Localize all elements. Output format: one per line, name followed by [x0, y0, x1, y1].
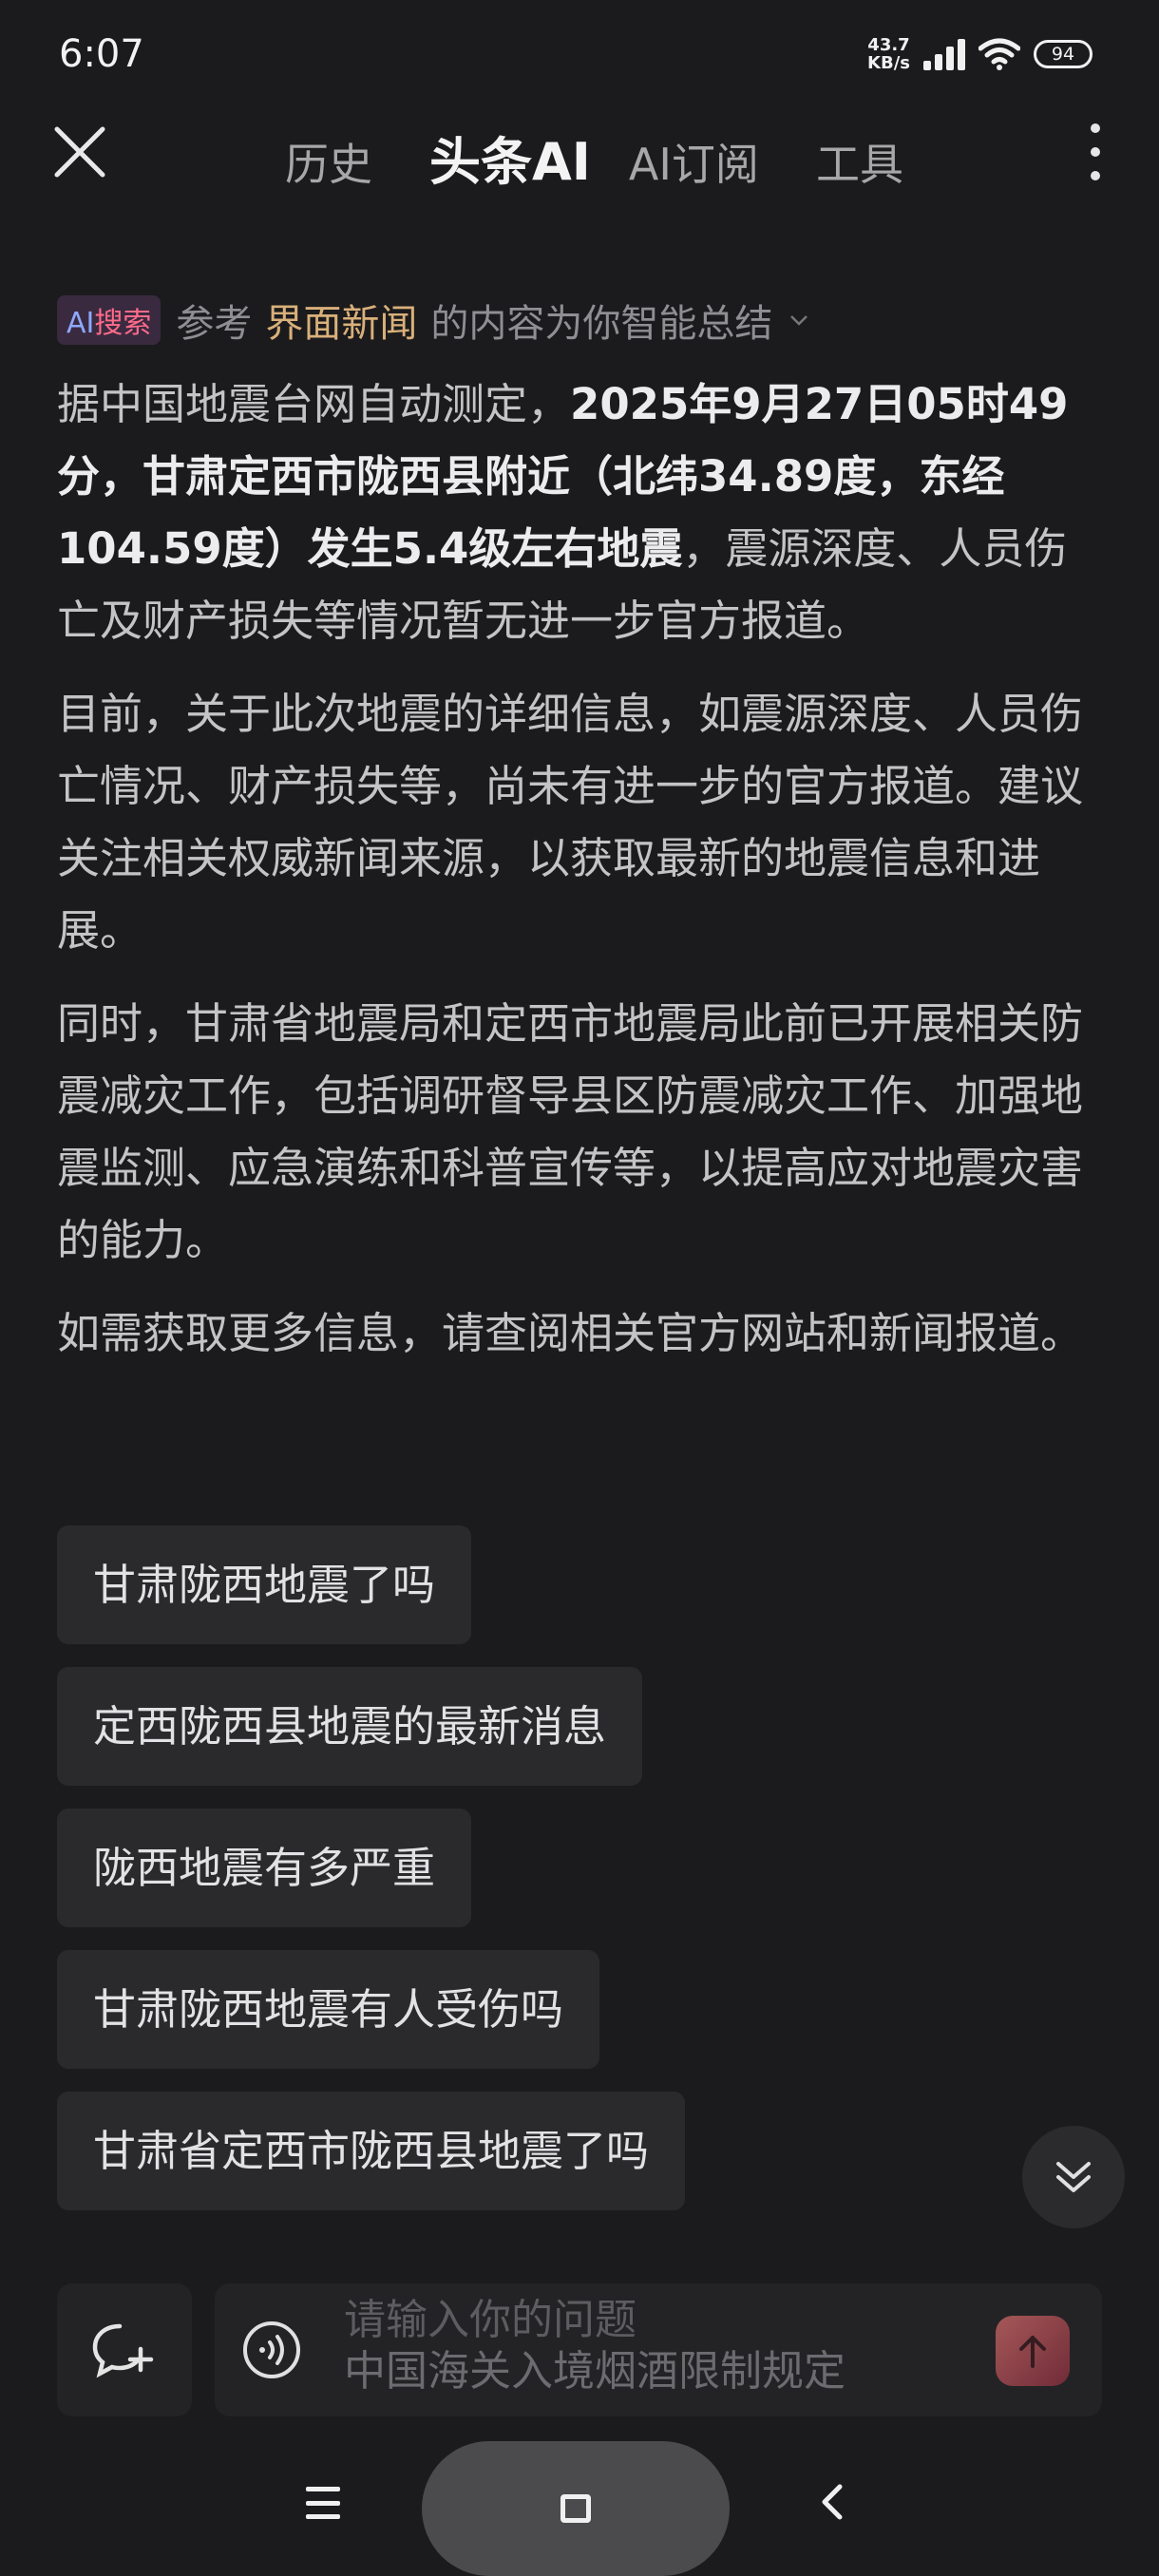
status-bar: 6:07 43.7 KB/s 94 [0, 0, 1159, 104]
status-icons: 43.7 KB/s 94 [867, 36, 1092, 72]
send-button[interactable] [996, 2316, 1070, 2386]
net-speed-value: 43.7 [867, 35, 910, 55]
badge-ai: AI [66, 307, 95, 340]
tab-toutiao-ai[interactable]: 头条AI [429, 120, 591, 195]
status-time: 6:07 [59, 32, 144, 76]
suggestion-chip[interactable]: 陇西地震有多严重 [57, 1809, 472, 1927]
system-nav-bar [0, 2441, 1159, 2576]
net-speed-unit: KB/s [867, 53, 910, 73]
answer-p1-lead: 据中国地震台网自动测定， [57, 379, 571, 429]
send-arrow-icon [1019, 2336, 1046, 2368]
screen: 6:07 43.7 KB/s 94 历史 头条AI AI订阅 工具 AI搜索 参… [0, 0, 1159, 2576]
battery-icon: 94 [1034, 40, 1092, 68]
suggestion-chip[interactable]: 甘肃省定西市陇西县地震了吗 [57, 2092, 686, 2210]
suggested-questions: 甘肃陇西地震了吗 定西陇西县地震的最新消息 陇西地震有多严重 甘肃陇西地震有人受… [57, 1525, 686, 2210]
tab-history[interactable]: 历史 [285, 130, 372, 193]
wifi-icon [978, 38, 1020, 70]
source-summary[interactable]: AI搜索 参考 界面新闻 的内容为你智能总结 [57, 293, 810, 348]
more-icon[interactable] [1081, 116, 1110, 188]
top-bar: 历史 头条AI AI订阅 工具 [0, 104, 1159, 199]
scroll-down-button[interactable] [1022, 2126, 1125, 2228]
source-name[interactable]: 界面新闻 [265, 293, 417, 348]
voice-icon[interactable] [241, 2320, 302, 2380]
tab-tools[interactable]: 工具 [816, 130, 903, 193]
suggestion-chip[interactable]: 定西陇西县地震的最新消息 [57, 1667, 643, 1786]
home-icon [560, 2494, 591, 2523]
back-icon[interactable] [813, 2481, 851, 2523]
suggestion-chip[interactable]: 甘肃陇西地震了吗 [57, 1525, 472, 1644]
scroll-down-icon [1056, 2162, 1091, 2192]
ai-search-badge: AI搜索 [57, 295, 162, 345]
tab-ai-subscribe[interactable]: AI订阅 [629, 130, 759, 193]
source-prefix: 参考 [176, 302, 253, 346]
tab-bar: 历史 头条AI AI订阅 工具 [285, 120, 960, 195]
question-input[interactable]: 请输入你的问题 中国海关入境烟酒限制规定 [215, 2283, 1102, 2416]
menu-icon[interactable] [306, 2487, 340, 2519]
input-hint: 中国海关入境烟酒限制规定 [344, 2347, 846, 2396]
answer-paragraph-1: 据中国地震台网自动测定，2025年9月27日05时49分，甘肃定西市陇西县附近（… [57, 369, 1102, 657]
ai-answer: 据中国地震台网自动测定，2025年9月27日05时49分，甘肃定西市陇西县附近（… [57, 369, 1102, 1391]
home-button[interactable] [422, 2441, 730, 2576]
close-icon[interactable] [49, 122, 110, 182]
suggestion-chip[interactable]: 甘肃陇西地震有人受伤吗 [57, 1950, 600, 2069]
new-chat-icon [92, 2323, 154, 2378]
answer-paragraph-3: 同时，甘肃省地震局和定西市地震局此前已开展相关防震减灾工作，包括调研督导县区防震… [57, 998, 1084, 1265]
signal-icon [923, 38, 965, 70]
source-suffix: 的内容为你智能总结 [430, 302, 773, 346]
answer-paragraph-2: 目前，关于此次地震的详细信息，如震源深度、人员伤亡情况、财产损失等，尚未有进一步… [57, 689, 1084, 956]
badge-search: 搜索 [94, 307, 152, 340]
new-chat-button[interactable] [57, 2283, 192, 2416]
chevron-down-icon[interactable] [788, 309, 810, 331]
network-speed: 43.7 KB/s [867, 36, 910, 72]
answer-paragraph-4: 如需获取更多信息，请查阅相关官方网站和新闻报道。 [57, 1308, 1084, 1358]
